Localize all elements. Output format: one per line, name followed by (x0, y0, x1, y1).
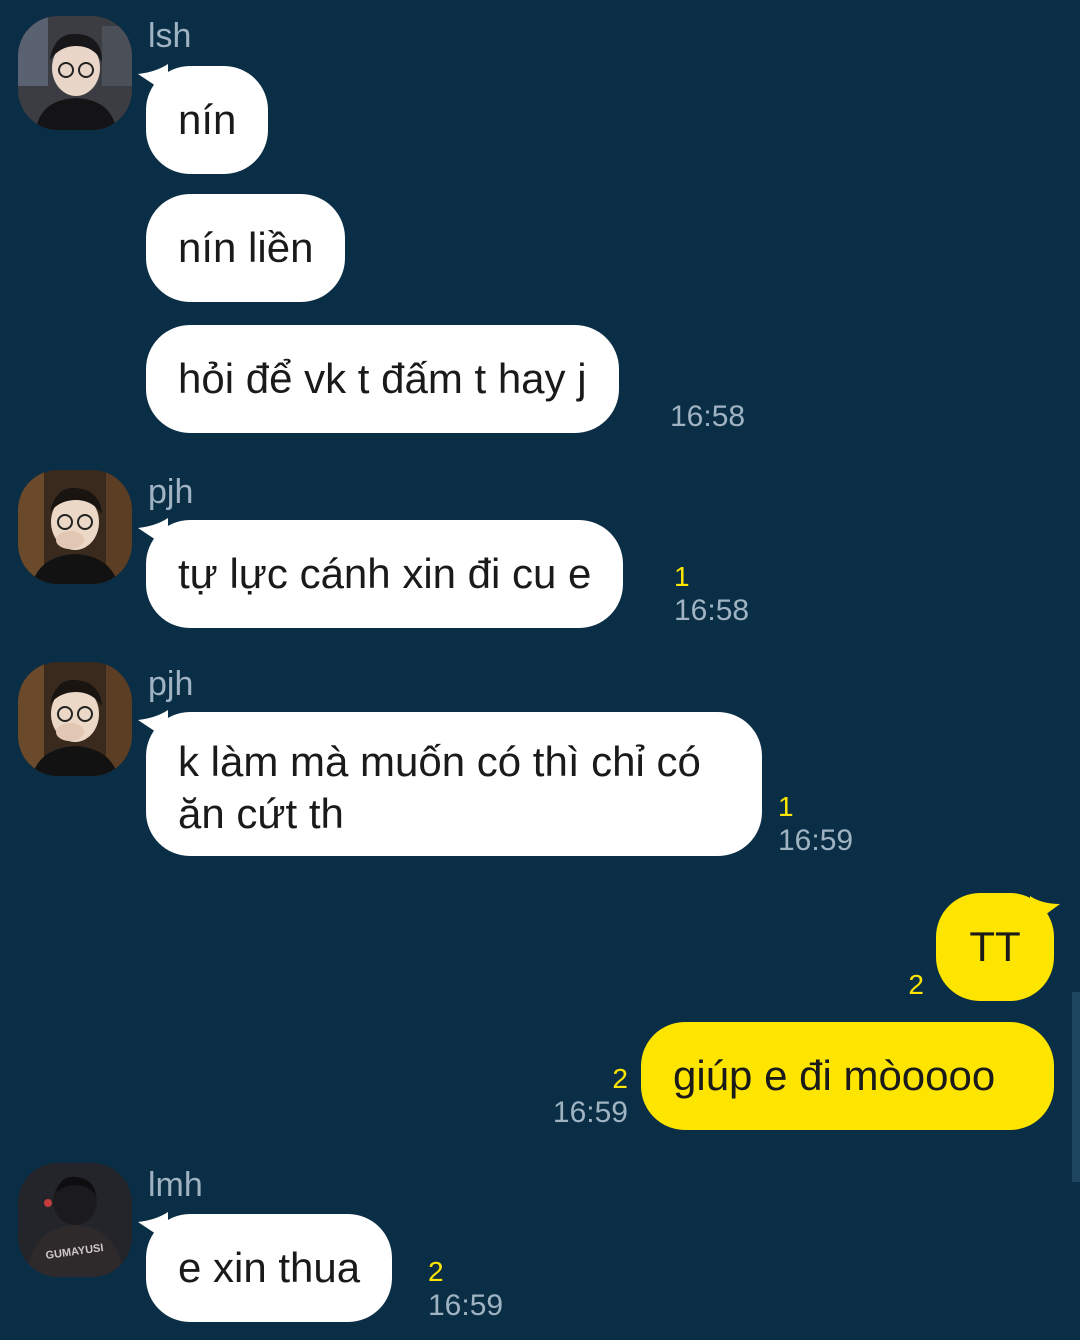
unread-count: 1 (674, 561, 690, 592)
message-time: 16:59 (428, 1289, 504, 1322)
message-meta: 16:58 (670, 400, 745, 434)
avatar-lsh[interactable] (18, 16, 132, 130)
message-meta: 2 (880, 968, 924, 1002)
unread-count: 1 (778, 791, 794, 822)
scrollbar[interactable] (1072, 992, 1080, 1182)
message-bubble[interactable]: giúp e đi mòoooo (641, 1022, 1054, 1130)
sender-name: lsh (148, 17, 192, 55)
message-meta: 2 16:59 (540, 1062, 628, 1130)
unread-count: 2 (908, 969, 924, 1000)
message-text: giúp e đi mòoooo (673, 1052, 996, 1099)
message-text: tự lực cánh xin đi cu e (178, 550, 592, 597)
message-bubble[interactable]: tự lực cánh xin đi cu e (146, 520, 624, 628)
message-text: nín liền (178, 224, 314, 271)
sender-name: pjh (148, 665, 194, 703)
sender-name: lmh (148, 1166, 203, 1204)
unread-count: 2 (428, 1256, 444, 1287)
message-time: 16:59 (778, 824, 854, 857)
message-bubble[interactable]: hỏi để vk t đấm t hay j (146, 325, 619, 433)
message-text: TT (969, 923, 1021, 970)
avatar-lmh[interactable]: GUMAYUSI (18, 1163, 132, 1277)
message-time: 16:58 (674, 594, 750, 627)
message-bubble[interactable]: nín liền (146, 194, 346, 302)
unread-count: 2 (612, 1063, 628, 1094)
message-bubble[interactable]: e xin thua (146, 1214, 393, 1322)
message-meta: 1 16:58 (674, 560, 749, 628)
sender-name: pjh (148, 473, 194, 511)
message-meta: 2 16:59 (428, 1255, 503, 1323)
message-text: e xin thua (178, 1244, 361, 1291)
message-bubble[interactable]: nín (146, 66, 269, 174)
avatar-pjh[interactable] (18, 662, 132, 776)
message-text: nín (178, 96, 237, 143)
message-meta: 1 16:59 (778, 790, 853, 858)
message-text: hỏi để vk t đấm t hay j (178, 355, 587, 402)
message-time: 16:58 (670, 400, 746, 433)
message-bubble[interactable]: TT (936, 893, 1054, 1001)
message-text: k làm mà muốn có thì chỉ có ăn cứt th (178, 738, 701, 837)
message-time: 16:59 (552, 1096, 628, 1129)
message-bubble[interactable]: k làm mà muốn có thì chỉ có ăn cứt th (146, 712, 762, 856)
avatar-pjh[interactable] (18, 470, 132, 584)
